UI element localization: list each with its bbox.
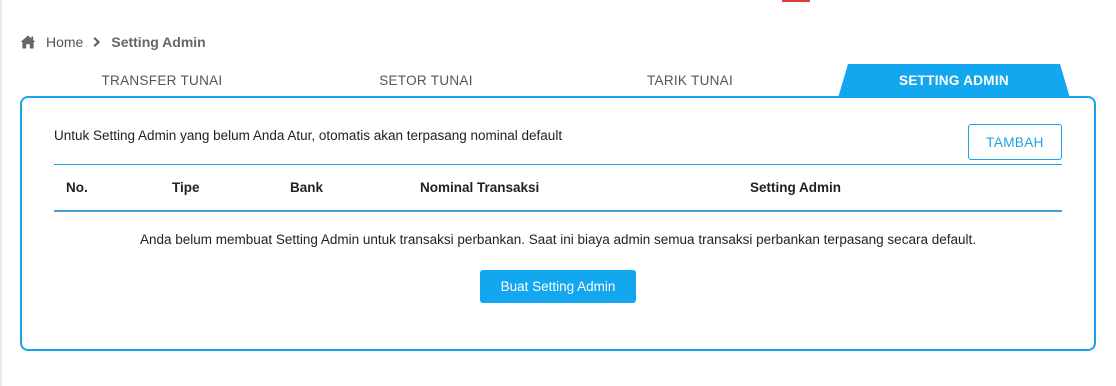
tab-transfer-tunai[interactable]: TRANSFER TUNAI	[72, 64, 252, 98]
top-accent-mark	[782, 0, 810, 2]
buat-setting-admin-button[interactable]: Buat Setting Admin	[480, 270, 636, 303]
tab-setting-admin[interactable]: SETTING ADMIN	[838, 64, 1070, 98]
tab-bar: TRANSFER TUNAI SETOR TUNAI TARIK TUNAI S…	[20, 64, 1096, 98]
setting-admin-panel: Untuk Setting Admin yang belum Anda Atur…	[20, 96, 1096, 351]
column-header-bank: Bank	[290, 180, 324, 195]
breadcrumb-current: Setting Admin	[111, 34, 206, 50]
column-header-nominal-transaksi: Nominal Transaksi	[420, 180, 540, 195]
empty-state-message: Anda belum membuat Setting Admin untuk t…	[140, 232, 976, 247]
chevron-right-icon	[93, 35, 101, 50]
breadcrumb: Home Setting Admin	[20, 32, 206, 52]
left-edge-divider	[0, 0, 3, 386]
page: Home Setting Admin TRANSFER TUNAI SETOR …	[0, 0, 1116, 386]
column-header-setting-admin: Setting Admin	[750, 180, 841, 195]
table-header: No. Tipe Bank Nominal Transaksi Setting …	[54, 166, 1062, 210]
tab-setor-tunai[interactable]: SETOR TUNAI	[340, 64, 512, 98]
info-text: Untuk Setting Admin yang belum Anda Atur…	[54, 128, 563, 143]
table-top-divider	[54, 164, 1062, 165]
home-icon[interactable]	[20, 35, 36, 49]
table-header-divider	[54, 210, 1062, 212]
breadcrumb-home-link[interactable]: Home	[46, 34, 83, 50]
tab-setting-admin-label: SETTING ADMIN	[899, 73, 1009, 88]
column-header-no: No.	[66, 180, 88, 195]
column-header-tipe: Tipe	[172, 180, 200, 195]
tab-tarik-tunai[interactable]: TARIK TUNAI	[608, 64, 772, 98]
tambah-button[interactable]: TAMBAH	[968, 124, 1062, 160]
